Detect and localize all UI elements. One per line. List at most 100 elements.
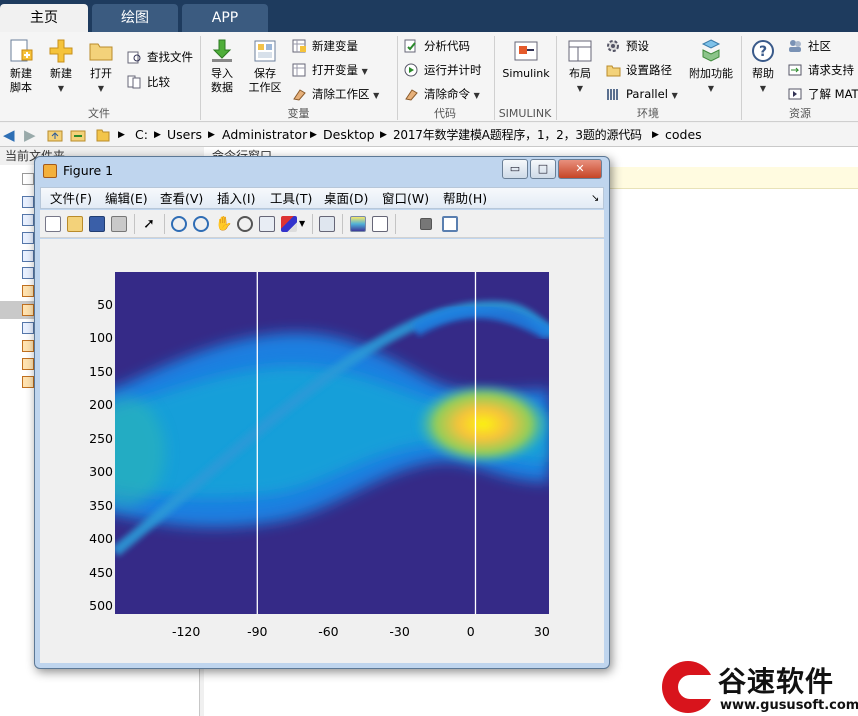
close-button[interactable]: ✕ [558, 159, 602, 179]
script-file-icon[interactable] [22, 358, 34, 370]
watermark-name: 谷速软件 [718, 665, 835, 698]
run-and-time-button[interactable]: 运行并计时 [404, 60, 482, 80]
simulink-button[interactable]: Simulink [500, 38, 552, 81]
menu-tools[interactable]: 工具(T) [270, 188, 312, 210]
community-button[interactable]: 社区 [788, 36, 831, 56]
learn-matlab-button[interactable]: 了解 MAT [788, 84, 858, 104]
menu-window[interactable]: 窗口(W) [382, 188, 429, 210]
new-script-icon [8, 38, 34, 64]
open-button[interactable]: 打开 ▼ [84, 38, 118, 96]
breadcrumb-codes[interactable]: codes [665, 123, 702, 147]
back-arrow-icon[interactable]: ◀ [3, 123, 15, 147]
save-workspace-button[interactable]: 保存 工作区 [246, 38, 284, 95]
y-tick-label: 400 [89, 531, 113, 547]
script-file-icon[interactable] [22, 340, 34, 352]
data-cursor-icon[interactable] [259, 216, 275, 232]
open-variable-icon [292, 63, 307, 77]
add-ons-button[interactable]: 附加功能 ▼ [688, 38, 734, 96]
script-file-icon[interactable] [22, 304, 34, 316]
tab-apps[interactable]: APP [182, 4, 268, 32]
svg-text:?: ? [759, 44, 767, 60]
compare-icon [127, 75, 142, 89]
x-tick-label: -60 [318, 624, 339, 639]
colorbar-icon[interactable] [350, 216, 366, 232]
select-all-checkbox[interactable] [22, 173, 34, 185]
minimize-button[interactable]: ▭ [502, 159, 528, 179]
tab-home[interactable]: 主页 [0, 4, 88, 32]
breadcrumb-users[interactable]: Users [167, 123, 202, 147]
clear-commands-button[interactable]: 清除命令 ▼ [404, 84, 480, 104]
new-button[interactable]: 新建 ▼ [44, 38, 78, 96]
new-variable-button[interactable]: 新建变量 [292, 36, 358, 56]
open-file-icon[interactable] [67, 216, 83, 232]
print-icon[interactable] [111, 216, 127, 232]
legend-icon[interactable] [372, 216, 388, 232]
menu-desktop[interactable]: 桌面(D) [324, 188, 368, 210]
menu-insert[interactable]: 插入(I) [217, 188, 255, 210]
file-icon[interactable] [22, 322, 34, 334]
new-figure-icon[interactable] [45, 216, 61, 232]
hide-plot-tools-icon[interactable] [420, 218, 432, 230]
file-icon[interactable] [22, 250, 34, 262]
request-support-button[interactable]: 请求支持 [788, 60, 854, 80]
zoom-out-icon[interactable] [193, 216, 209, 232]
new-script-button[interactable]: 新建 脚本 [4, 38, 38, 95]
clear-workspace-button[interactable]: 清除工作区 ▼ [292, 84, 379, 104]
x-tick-label: 30 [533, 624, 550, 639]
menu-help[interactable]: 帮助(H) [443, 188, 487, 210]
open-variable-button[interactable]: 打开变量 ▼ [292, 60, 368, 80]
menu-edit[interactable]: 编辑(E) [105, 188, 148, 210]
breadcrumb-drive[interactable]: C: [135, 123, 148, 147]
breadcrumb-project-folder[interactable]: 2017年数学建模A题程序，1，2，3题的源代码 [393, 123, 642, 147]
brush-icon[interactable] [281, 216, 297, 232]
file-icon[interactable] [22, 267, 34, 279]
pointer-icon[interactable]: ➚ [141, 216, 157, 232]
script-file-icon[interactable] [22, 376, 34, 388]
forward-arrow-icon[interactable]: ▶ [24, 123, 36, 147]
y-tick-label: 250 [89, 430, 113, 446]
find-files-button[interactable]: 查找文件 [127, 47, 193, 67]
ribbon-tab-bar: 主页 绘图 APP [0, 0, 858, 32]
menu-view[interactable]: 查看(V) [160, 188, 203, 210]
script-file-icon[interactable] [22, 285, 34, 297]
chevron-right-icon: ▶ [154, 130, 161, 140]
dock-arrow-icon[interactable]: ↘ [591, 188, 599, 210]
learn-icon [788, 87, 803, 101]
figure-window[interactable]: Figure 1 ▭ □ ✕ 文件(F) 编辑(E) 查看(V) 插入(I) 工… [34, 156, 610, 669]
tab-plots[interactable]: 绘图 [92, 4, 178, 32]
file-icon[interactable] [22, 214, 34, 226]
clear-workspace-icon [292, 87, 307, 101]
y-tick-label: 50 [97, 296, 113, 312]
file-icon[interactable] [22, 232, 34, 244]
analyze-code-icon [404, 39, 419, 53]
up-folder-icon[interactable] [47, 123, 63, 147]
pan-hand-icon[interactable]: ✋ [215, 216, 232, 232]
folder-icon [88, 38, 114, 64]
y-tick-label: 500 [89, 597, 113, 613]
help-button[interactable]: ? 帮助 ▼ [746, 38, 780, 96]
link-plot-icon[interactable] [319, 216, 335, 232]
breadcrumb-administrator[interactable]: Administrator [222, 123, 307, 147]
breadcrumb-desktop[interactable]: Desktop [323, 123, 375, 147]
show-plot-tools-icon[interactable] [442, 216, 458, 232]
import-data-button[interactable]: 导入 数据 [205, 38, 239, 95]
file-icon[interactable] [22, 196, 34, 208]
chevron-right-icon: ▶ [118, 130, 125, 140]
brush-dropdown-icon[interactable]: ▼ [299, 216, 307, 232]
layout-button[interactable]: 布局 ▼ [563, 38, 597, 96]
maximize-button[interactable]: □ [530, 159, 556, 179]
set-path-button[interactable]: 设置路径 [606, 60, 672, 80]
add-ons-icon [698, 38, 724, 64]
rotate-icon[interactable] [237, 216, 253, 232]
save-icon[interactable] [89, 216, 105, 232]
browse-folder-icon[interactable] [70, 123, 86, 147]
heatmap-plot[interactable] [115, 272, 549, 614]
menu-file[interactable]: 文件(F) [50, 188, 92, 210]
figure-menubar: 文件(F) 编辑(E) 查看(V) 插入(I) 工具(T) 桌面(D) 窗口(W… [40, 187, 604, 209]
analyze-code-button[interactable]: 分析代码 [404, 36, 470, 56]
zoom-in-icon[interactable] [171, 216, 187, 232]
parallel-button[interactable]: Parallel ▼ [606, 84, 678, 104]
compare-button[interactable]: 比较 [127, 72, 170, 92]
watermark-url: www.gususoft.com [720, 698, 858, 713]
preferences-button[interactable]: 预设 [606, 36, 649, 56]
